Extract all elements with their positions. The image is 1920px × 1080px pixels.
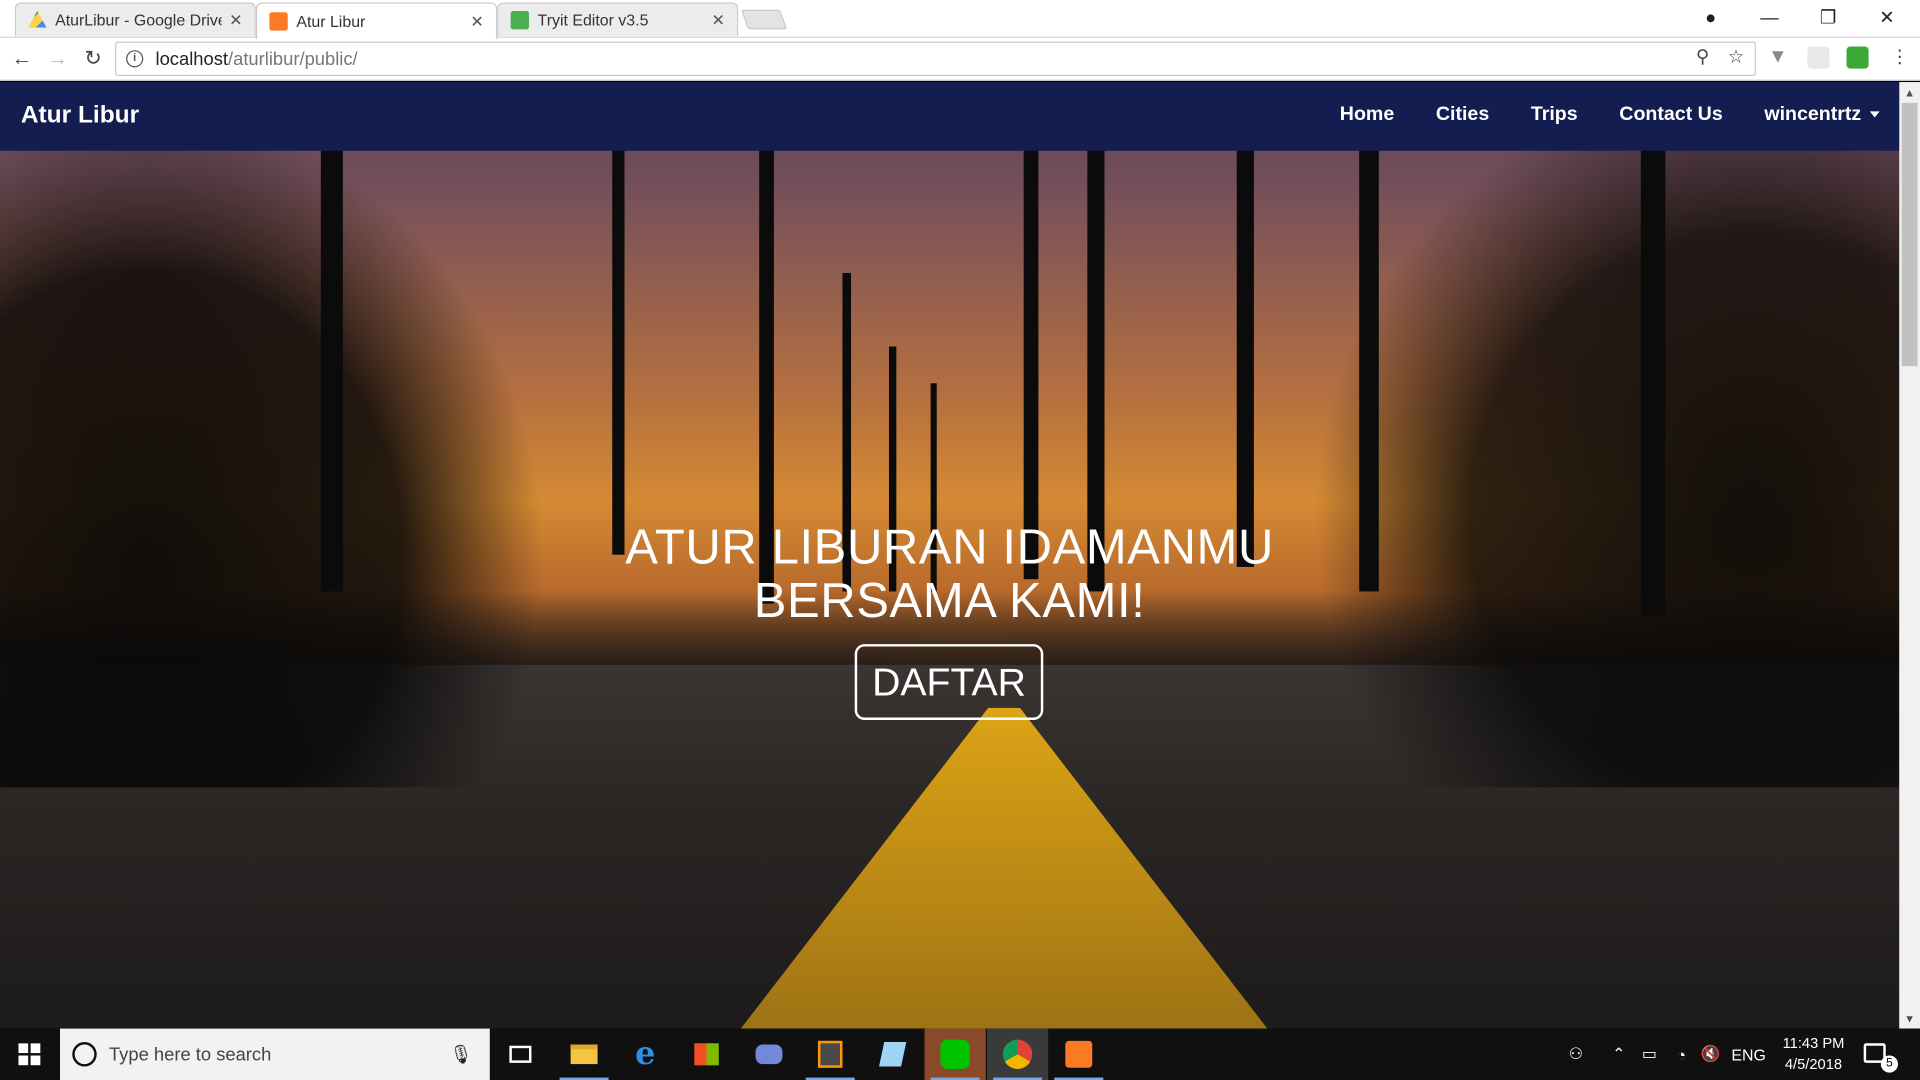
web-page: Atur Libur Home Cities Trips Contact Us …	[0, 82, 1900, 1029]
browser-toolbar: ← → ↻ i localhost/aturlibur/public/ ⚲ ☆ …	[0, 37, 1920, 81]
scroll-thumb[interactable]	[1901, 102, 1918, 367]
close-icon[interactable]: ✕	[470, 12, 483, 32]
nav-home[interactable]: Home	[1340, 104, 1394, 126]
tab-title: AturLibur - Google Drive	[55, 11, 222, 30]
volume-muted-icon[interactable]: 🔇	[1697, 1029, 1724, 1080]
palm-trunk	[1236, 150, 1254, 567]
cortana-icon	[72, 1042, 97, 1067]
info-icon[interactable]: i	[126, 50, 144, 68]
caret-down-icon	[1869, 111, 1880, 118]
profile-icon[interactable]: ●	[1682, 0, 1738, 34]
scroll-down-arrow-icon[interactable]: ▼	[1899, 1008, 1920, 1029]
palm-trunk	[1023, 150, 1039, 580]
xampp-icon[interactable]	[1048, 1029, 1109, 1080]
notepad-icon[interactable]	[862, 1029, 923, 1080]
zoom-icon[interactable]: ⚲	[1696, 45, 1709, 68]
chrome-icon[interactable]	[986, 1028, 1049, 1080]
show-hidden-icons-icon[interactable]: ⌃	[1607, 1029, 1631, 1080]
file-explorer-icon[interactable]	[553, 1029, 614, 1080]
palm-trunk	[612, 150, 625, 555]
wifi-icon[interactable]: ◔	[1668, 1029, 1695, 1080]
people-icon[interactable]: ⚇	[1560, 1029, 1592, 1080]
site-navbar: Atur Libur Home Cities Trips Contact Us …	[0, 82, 1900, 151]
hero-trees-left	[0, 150, 588, 788]
hero-trees-right	[1262, 150, 1900, 788]
user-dropdown[interactable]: wincentrtz	[1764, 104, 1880, 126]
cors-extension-icon[interactable]	[1846, 46, 1869, 69]
windows-taskbar: Type here to search 🎙 e ⚇ ⌃ ▭ ◔ 🔇 ENG 11…	[0, 1028, 1920, 1080]
daftar-button[interactable]: DAFTAR	[854, 644, 1044, 721]
scroll-up-arrow-icon[interactable]: ▲	[1899, 82, 1920, 103]
nav-trips[interactable]: Trips	[1531, 104, 1578, 126]
forward-button[interactable]: →	[44, 45, 71, 72]
nav-cities[interactable]: Cities	[1436, 104, 1489, 126]
bookmark-star-icon[interactable]: ☆	[1728, 45, 1744, 68]
extension-icon[interactable]	[1807, 46, 1830, 69]
hero-title: ATUR LIBURAN IDAMANMU BERSAMA KAMI!	[0, 520, 1899, 628]
tab-google-drive[interactable]: AturLibur - Google Drive ✕	[14, 2, 256, 37]
hero-section: ATUR LIBURAN IDAMANMU BERSAMA KAMI! DAFT…	[0, 150, 1900, 1029]
new-tab-button[interactable]	[740, 9, 788, 30]
reload-button[interactable]: ↻	[80, 45, 107, 72]
clock-time: 11:43 PM	[1782, 1034, 1845, 1052]
notification-count: 5	[1880, 1055, 1898, 1073]
url-host: localhost	[155, 48, 229, 70]
page-scrollbar[interactable]: ▲ ▼	[1899, 82, 1920, 1029]
hero-title-line-2: BERSAMA KAMI!	[753, 574, 1146, 629]
hero-title-line-1: ATUR LIBURAN IDAMANMU	[625, 520, 1274, 575]
address-bar[interactable]: i localhost/aturlibur/public/	[115, 41, 1756, 76]
edge-icon[interactable]: e	[615, 1029, 676, 1080]
store-icon[interactable]	[676, 1029, 737, 1080]
tab-tryit-editor[interactable]: Tryit Editor v3.5 ✕	[497, 2, 739, 37]
nav-contact-us[interactable]: Contact Us	[1619, 104, 1722, 126]
url-text: localhost/aturlibur/public/	[156, 48, 358, 69]
windows-logo-icon	[18, 1043, 41, 1066]
battery-icon[interactable]: ▭	[1636, 1029, 1663, 1080]
restore-button[interactable]: ❐	[1800, 0, 1856, 34]
close-icon[interactable]: ✕	[712, 10, 725, 30]
close-window-button[interactable]: ✕	[1859, 0, 1915, 34]
task-view-icon[interactable]	[490, 1029, 551, 1080]
taskbar-search[interactable]: Type here to search 🎙	[60, 1028, 490, 1080]
line-icon[interactable]	[924, 1028, 986, 1080]
action-center-icon[interactable]: 5	[1863, 1038, 1898, 1073]
close-icon[interactable]: ✕	[229, 10, 242, 30]
w3schools-icon	[510, 11, 529, 30]
search-placeholder: Type here to search	[108, 1043, 272, 1065]
tab-atur-libur[interactable]: Atur Libur ✕	[255, 2, 498, 40]
clock[interactable]: 11:43 PM 4/5/2018	[1773, 1033, 1854, 1075]
menu-icon[interactable]: ⋮	[1891, 45, 1909, 68]
nav-links: Home Cities Trips Contact Us wincentrtz	[1340, 104, 1899, 126]
back-button[interactable]: ←	[9, 45, 36, 72]
google-drive-icon	[28, 11, 47, 28]
sublime-text-icon[interactable]	[800, 1029, 861, 1080]
start-button[interactable]	[0, 1029, 59, 1080]
microphone-icon[interactable]: 🎙	[449, 1043, 472, 1065]
clock-date: 4/5/2018	[1784, 1055, 1843, 1073]
tab-title: Tryit Editor v3.5	[537, 11, 649, 30]
user-name: wincentrtz	[1764, 104, 1862, 125]
minimize-button[interactable]: —	[1741, 0, 1797, 34]
tab-title: Atur Libur	[296, 12, 366, 31]
screen: AturLibur - Google Drive ✕ Atur Libur ✕ …	[0, 0, 1920, 1080]
browser-tab-bar: AturLibur - Google Drive ✕ Atur Libur ✕ …	[0, 0, 1920, 40]
discord-icon[interactable]	[738, 1029, 799, 1080]
site-brand[interactable]: Atur Libur	[21, 102, 139, 130]
vue-devtools-icon[interactable]: ▼	[1768, 47, 1790, 69]
language-indicator[interactable]: ENG	[1729, 1029, 1768, 1080]
url-path: /aturlibur/public/	[228, 48, 358, 70]
xampp-icon	[269, 12, 288, 31]
